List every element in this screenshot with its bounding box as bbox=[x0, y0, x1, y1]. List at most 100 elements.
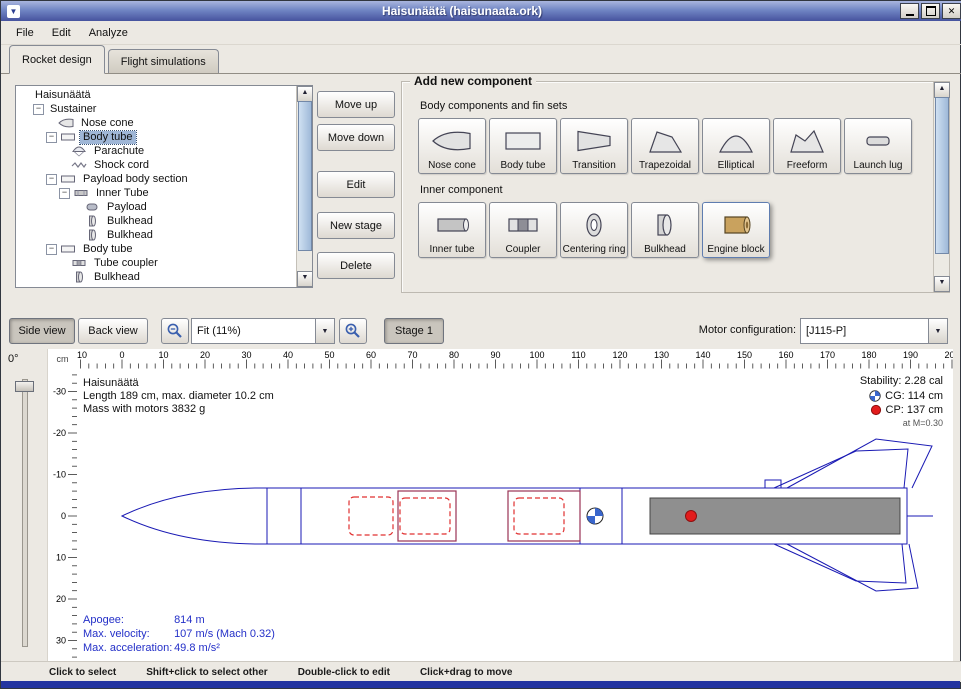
chevron-down-icon[interactable]: ▼ bbox=[315, 319, 334, 343]
tab-flight-simulations[interactable]: Flight simulations bbox=[108, 49, 219, 73]
tree-collapse-icon[interactable]: − bbox=[59, 188, 70, 199]
svg-text:200: 200 bbox=[944, 350, 953, 360]
tree-collapse-icon[interactable]: − bbox=[46, 174, 57, 185]
tree-item-payload[interactable]: Payload bbox=[16, 200, 296, 214]
tree-item-bulkhead[interactable]: Bulkhead bbox=[16, 214, 296, 228]
maximize-button[interactable] bbox=[921, 3, 940, 19]
engineblock-icon bbox=[716, 205, 756, 245]
tree-scrollbar[interactable]: ▲ ▼ bbox=[296, 86, 312, 287]
tree-item-shock-cord[interactable]: Shock cord bbox=[16, 158, 296, 172]
back-view-toggle[interactable]: Back view bbox=[78, 318, 148, 344]
openrocket-window: { "window": {"title": "Haisunäätä (haisu… bbox=[0, 0, 961, 689]
scroll-down-icon[interactable]: ▼ bbox=[297, 271, 313, 287]
motor-configuration-value: [J115-P] bbox=[801, 325, 928, 337]
add-trapezoidal-button[interactable]: Trapezoidal bbox=[631, 118, 699, 174]
add-transition-button[interactable]: Transition bbox=[560, 118, 628, 174]
rotation-slider-thumb[interactable] bbox=[15, 381, 34, 392]
add-elliptical-button[interactable]: Elliptical bbox=[702, 118, 770, 174]
freeform-icon bbox=[787, 121, 827, 161]
tree-item-label: Body tube bbox=[80, 243, 136, 256]
add-inner-tube-button[interactable]: Inner tube bbox=[418, 202, 486, 258]
tree-collapse-icon[interactable]: − bbox=[46, 132, 57, 143]
max-acceleration-value: 49.8 m/s² bbox=[174, 642, 220, 654]
close-button[interactable]: ✕ bbox=[942, 3, 961, 19]
svg-text:80: 80 bbox=[449, 350, 459, 360]
scroll-up-icon[interactable]: ▲ bbox=[297, 86, 313, 102]
bodytube-icon bbox=[60, 243, 77, 255]
delete-button[interactable]: Delete bbox=[317, 252, 395, 279]
component-tree: Haisunäätä−SustainerNose cone−Body tubeP… bbox=[16, 88, 296, 287]
max-velocity-value: 107 m/s (Mach 0.32) bbox=[174, 628, 275, 640]
svg-text:30: 30 bbox=[56, 636, 66, 646]
add-engine-block-button[interactable]: Engine block bbox=[702, 202, 770, 258]
launchlug-icon bbox=[858, 121, 898, 161]
tree-item-bulkhead[interactable]: Bulkhead bbox=[16, 228, 296, 242]
tree-item-body-tube[interactable]: −Body tube bbox=[16, 130, 296, 144]
rocket-canvas[interactable]: Haisunäätä Length 189 cm, max. diameter … bbox=[77, 369, 953, 661]
add-launch-lug-button[interactable]: Launch lug bbox=[844, 118, 912, 174]
stage-1-toggle[interactable]: Stage 1 bbox=[384, 318, 444, 344]
tree-scrollbar-thumb[interactable] bbox=[298, 101, 312, 251]
menu-file[interactable]: File bbox=[7, 24, 43, 42]
coupler-icon bbox=[71, 257, 88, 269]
tree-item-label: Payload bbox=[104, 201, 150, 214]
figure-area: cm -100102030405060708090100110120130140… bbox=[47, 349, 953, 661]
chevron-down-icon[interactable]: ▼ bbox=[928, 319, 947, 343]
hint-shift-click: Shift+click to select other bbox=[146, 667, 267, 678]
rocket-mass: Mass with motors 3832 g bbox=[83, 403, 205, 415]
close-icon: ✕ bbox=[948, 6, 956, 16]
svg-text:-30: -30 bbox=[53, 387, 66, 397]
tree-item-inner-tube[interactable]: −Inner Tube bbox=[16, 186, 296, 200]
zoom-value: Fit (11%) bbox=[192, 325, 315, 337]
ruler-unit-label: cm bbox=[48, 349, 77, 369]
zoom-select[interactable]: Fit (11%) ▼ bbox=[191, 318, 335, 344]
menu-analyze[interactable]: Analyze bbox=[80, 24, 137, 42]
zoom-in-button[interactable] bbox=[339, 318, 367, 344]
rocket-drawing bbox=[77, 369, 953, 661]
svg-text:70: 70 bbox=[407, 350, 417, 360]
rotation-slider-track bbox=[22, 379, 28, 647]
bulkhead-icon bbox=[84, 229, 101, 241]
rotation-slider[interactable] bbox=[11, 373, 37, 657]
svg-text:10: 10 bbox=[56, 553, 66, 563]
tree-collapse-icon[interactable]: − bbox=[46, 244, 57, 255]
tree-item-sustainer[interactable]: −Sustainer bbox=[16, 102, 296, 116]
scroll-up-icon[interactable]: ▲ bbox=[934, 82, 950, 98]
add-freeform-button[interactable]: Freeform bbox=[773, 118, 841, 174]
component-scrollbar[interactable]: ▲ ▼ bbox=[933, 82, 949, 292]
move-up-button[interactable]: Move up bbox=[317, 91, 395, 118]
component-scrollbar-thumb[interactable] bbox=[935, 97, 949, 254]
tree-item-payload-body-section[interactable]: −Payload body section bbox=[16, 172, 296, 186]
add-body-tube-button[interactable]: Body tube bbox=[489, 118, 557, 174]
motor-configuration-select[interactable]: [J115-P] ▼ bbox=[800, 318, 948, 344]
tree-item-tube-coupler[interactable]: Tube coupler bbox=[16, 256, 296, 270]
edit-button[interactable]: Edit bbox=[317, 171, 395, 198]
tree-item-nose-cone[interactable]: Nose cone bbox=[16, 116, 296, 130]
tree-item-haisun-t[interactable]: Haisunäätä bbox=[16, 88, 296, 102]
tree-collapse-icon[interactable]: − bbox=[33, 104, 44, 115]
new-stage-button[interactable]: New stage bbox=[317, 212, 395, 239]
minimize-button[interactable] bbox=[900, 3, 919, 19]
zoom-out-button[interactable] bbox=[161, 318, 189, 344]
vertical-ruler: -30-20-100102030 bbox=[48, 369, 77, 661]
move-down-button[interactable]: Move down bbox=[317, 124, 395, 151]
add-centering-ring-button[interactable]: Centering ring bbox=[560, 202, 628, 258]
menu-edit[interactable]: Edit bbox=[43, 24, 80, 42]
add-component-group: Add new component Body components and fi… bbox=[401, 81, 950, 293]
svg-text:130: 130 bbox=[654, 350, 669, 360]
tree-item-parachute[interactable]: Parachute bbox=[16, 144, 296, 158]
add-bulkhead-button[interactable]: Bulkhead bbox=[631, 202, 699, 258]
scroll-down-icon[interactable]: ▼ bbox=[934, 276, 950, 292]
main-tabs: Rocket design Flight simulations bbox=[1, 45, 961, 74]
side-view-toggle[interactable]: Side view bbox=[9, 318, 75, 344]
rotation-angle-label: 0° bbox=[8, 353, 19, 365]
add-nose-cone-button[interactable]: Nose cone bbox=[418, 118, 486, 174]
tab-rocket-design[interactable]: Rocket design bbox=[9, 45, 105, 74]
apogee-row: Apogee: 814 m bbox=[83, 614, 205, 626]
innertube-icon bbox=[432, 205, 472, 245]
centeringring-icon bbox=[574, 205, 614, 245]
tree-item-bulkhead[interactable]: Bulkhead bbox=[16, 270, 296, 284]
tree-item-body-tube[interactable]: − Body tube bbox=[16, 242, 296, 256]
add-coupler-button[interactable]: Coupler bbox=[489, 202, 557, 258]
shockcord-icon bbox=[71, 159, 88, 171]
